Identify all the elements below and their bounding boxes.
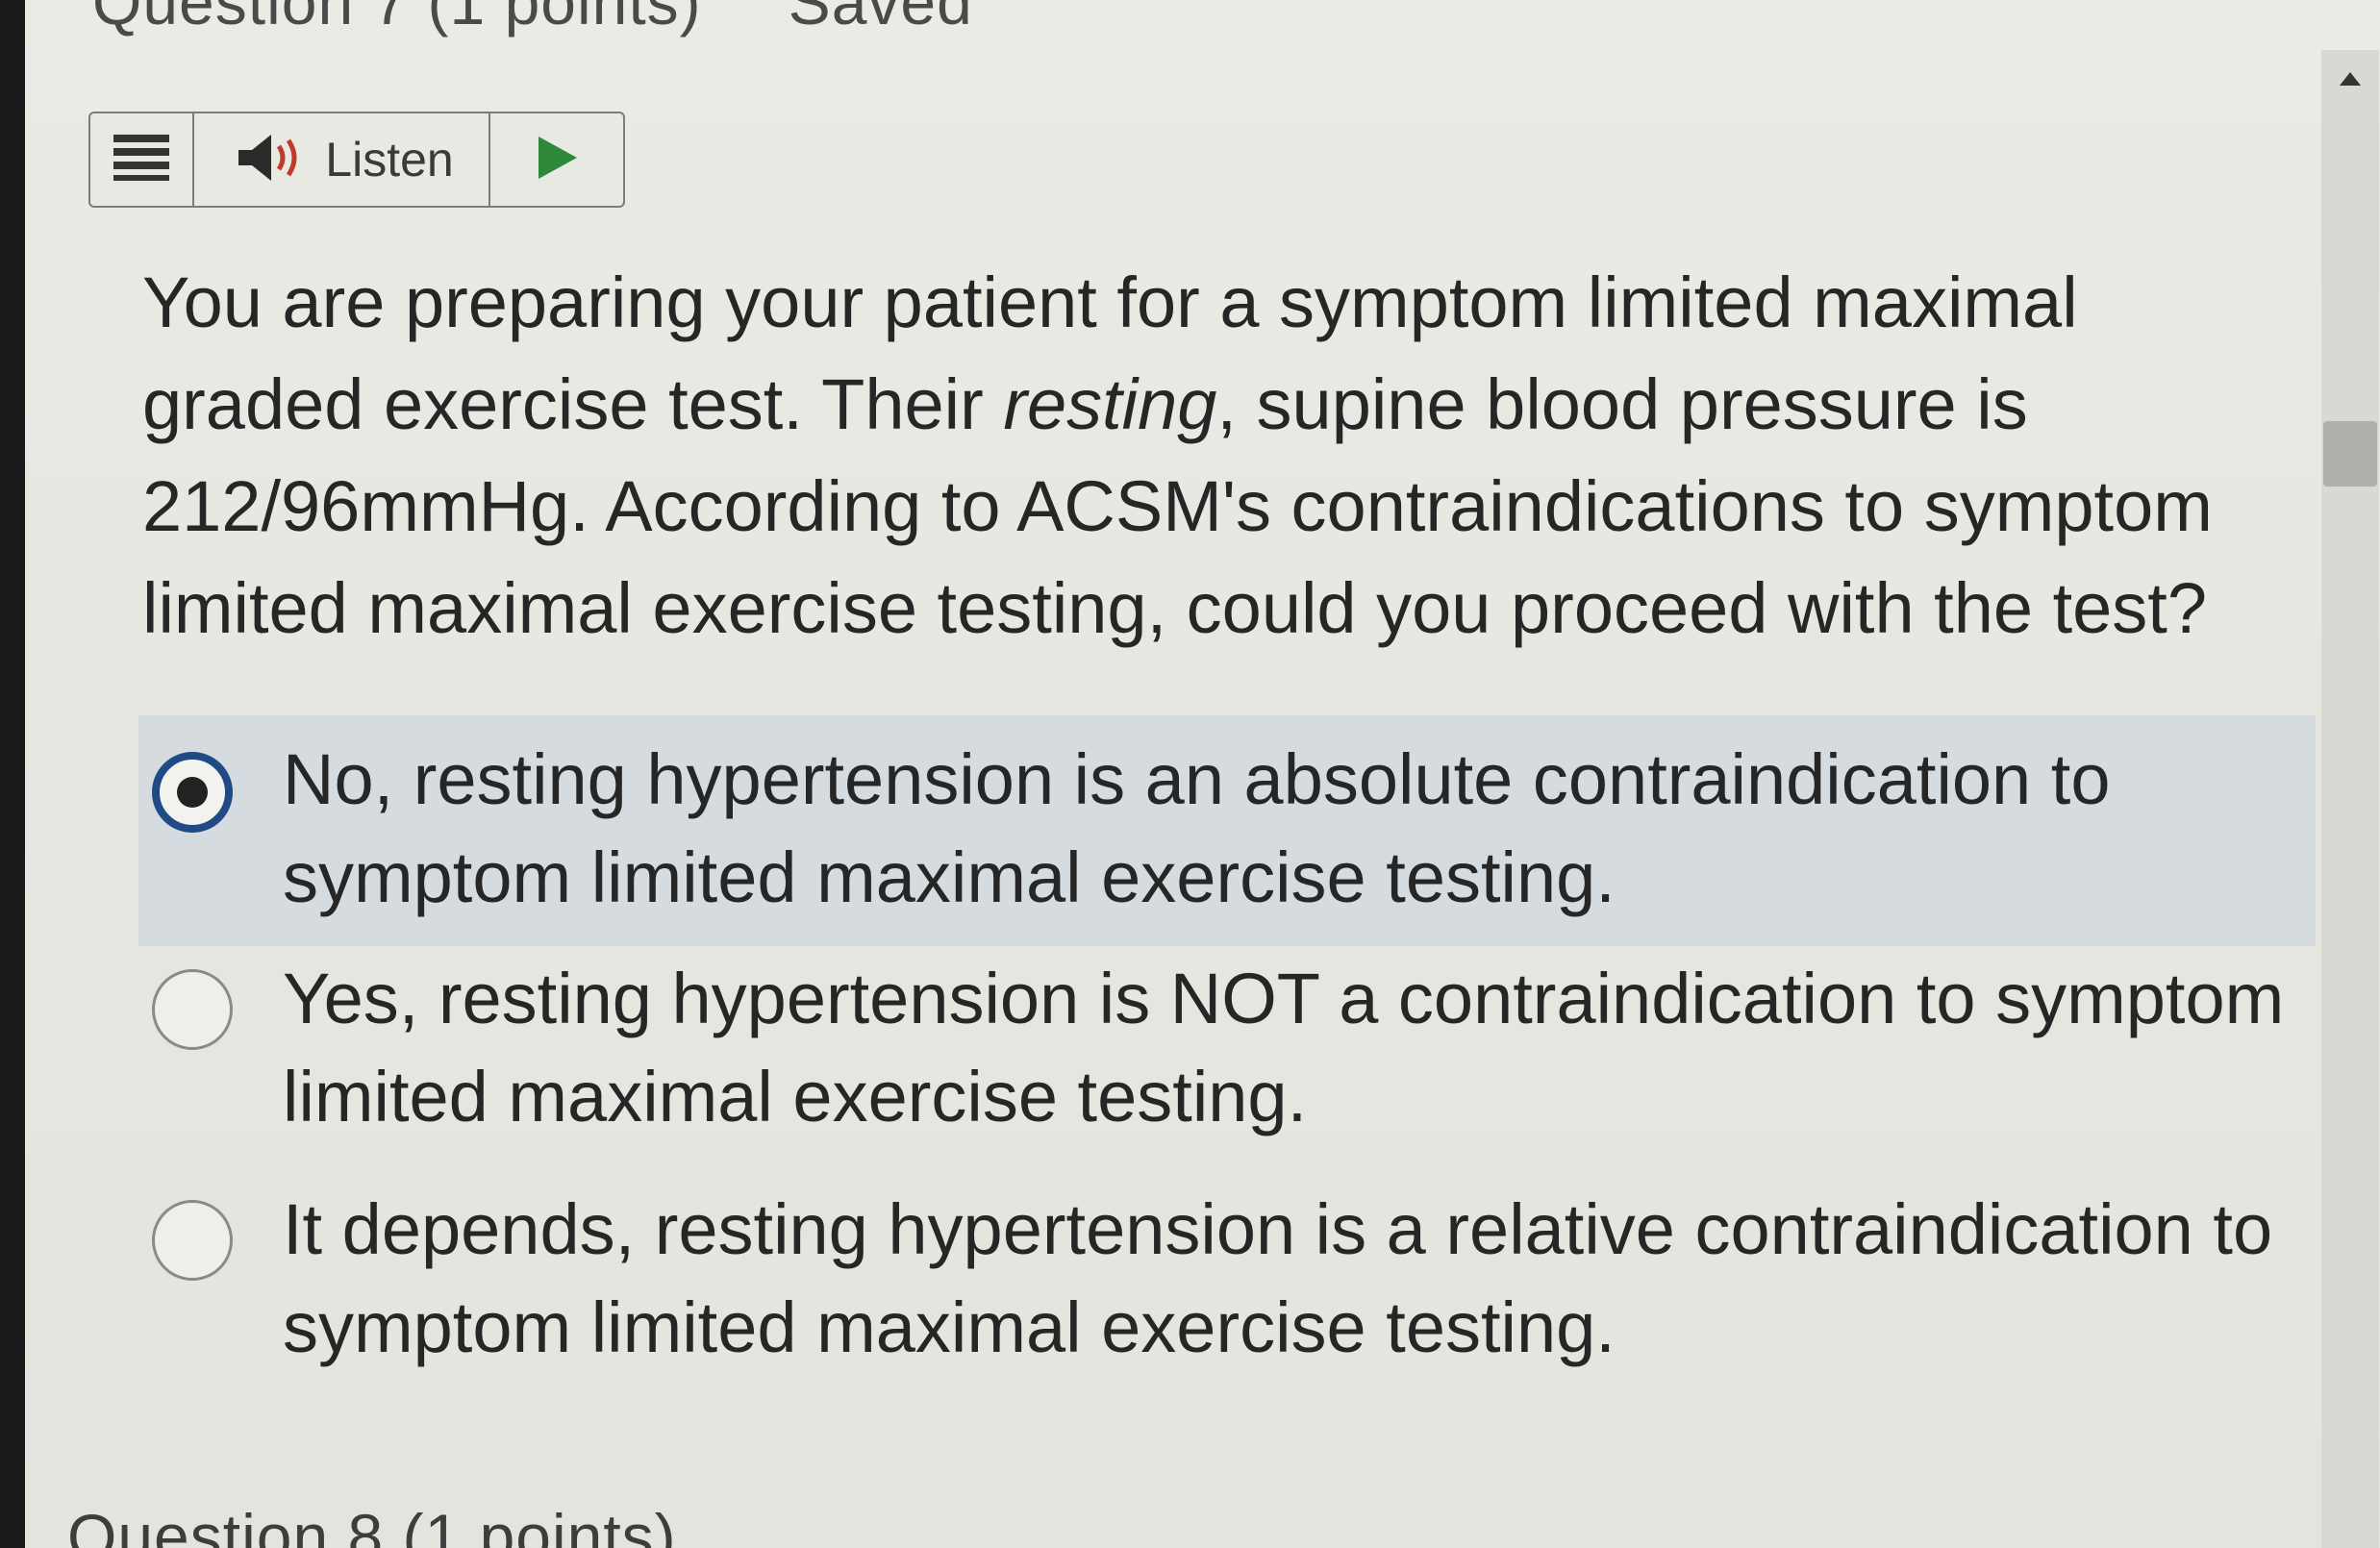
radio-dot — [177, 777, 208, 808]
next-question-heading: Question 8 (1 points) — [67, 1501, 677, 1548]
save-status: Saved — [788, 0, 973, 37]
answer-option-3-label: It depends, resting hypertension is a re… — [283, 1189, 2273, 1367]
answer-option-2[interactable]: Yes, resting hypertension is NOT a contr… — [138, 950, 2316, 1171]
answer-option-2-label: Yes, resting hypertension is NOT a contr… — [283, 959, 2285, 1136]
speaker-icon — [237, 131, 308, 189]
scroll-up-arrow-icon[interactable] — [2331, 60, 2369, 98]
previous-question-heading: Question 7 (1 points) Saved — [92, 0, 973, 38]
question-text: You are preparing your patient for a sym… — [142, 252, 2296, 660]
hamburger-icon — [112, 133, 171, 187]
answer-option-3[interactable]: It depends, resting hypertension is a re… — [138, 1181, 2316, 1402]
radio-button-option-2[interactable] — [152, 969, 233, 1050]
listen-toolbar: Listen — [88, 112, 625, 208]
quiz-screen: Question 7 (1 points) Saved Listen You a… — [25, 0, 2380, 1548]
answer-option-1-label: No, resting hypertension is an absolute … — [283, 739, 2111, 917]
answer-option-1[interactable]: No, resting hypertension is an absolute … — [138, 715, 2316, 946]
listen-menu-button[interactable] — [90, 113, 194, 206]
play-button[interactable] — [490, 113, 623, 206]
listen-label: Listen — [325, 133, 454, 187]
question-emphasis: resting — [1003, 364, 1217, 444]
radio-button-option-1[interactable] — [152, 752, 233, 833]
scrollbar-thumb[interactable] — [2323, 421, 2377, 487]
vertical-scrollbar[interactable] — [2321, 50, 2379, 1548]
play-icon — [535, 134, 579, 187]
previous-question-title: Question 7 (1 points) — [92, 0, 702, 37]
radio-button-option-3[interactable] — [152, 1200, 233, 1281]
listen-button[interactable]: Listen — [194, 113, 490, 206]
